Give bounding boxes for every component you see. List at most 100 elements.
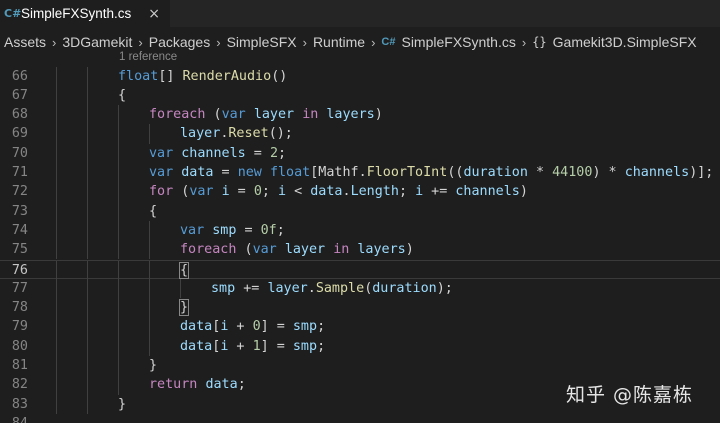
line-number: 76 [11,262,28,278]
code-token: (); [268,126,293,142]
indent-guide [56,394,57,414]
indent-guide [56,298,57,318]
indent-guide [118,317,119,337]
code-line[interactable]: 66 float[] RenderAudio() [0,66,720,86]
indent-guide [87,394,88,414]
csharp-file-icon: C# [381,36,396,48]
code-token: + [228,338,253,354]
code-token: channels [624,165,690,180]
code-token: ( [236,242,253,258]
code-line[interactable]: 79 data[i + 0] = smp; [0,317,720,337]
indent-guide [118,260,119,280]
code-token: data [180,319,213,335]
code-line[interactable]: 68 foreach (var layer in layers) [0,105,720,125]
indent-guide [56,356,57,376]
code-token: FloorToInt [366,165,448,180]
code-token: var [149,145,174,161]
code-token: new [237,165,262,180]
tab-label[interactable]: SimpleFXSynth.cs [21,6,131,21]
code-token: layers [326,107,375,123]
code-token: += [235,280,268,296]
indent-guide [56,375,57,395]
indent-guide [118,278,119,299]
breadcrumb-3dgamekit[interactable]: 3DGamekit [62,34,132,50]
line-number: 73 [11,203,28,219]
code-token: data [180,338,213,354]
indent-guide [56,317,57,337]
chevron-right-icon: › [52,34,57,50]
indent-guide [149,220,150,241]
code-text: layer.Reset(); [180,124,293,143]
code-token: for [149,184,174,200]
code-token: (( [447,165,464,180]
code-token: RenderAudio [182,68,272,84]
code-line[interactable]: 80 data[i + 1] = smp; [0,336,720,356]
code-token: 2 [269,145,278,161]
code-token: < [286,184,311,200]
code-editor[interactable]: 1 reference 66 float[] RenderAudio() 67 {68… [0,51,720,423]
code-line[interactable]: 71 var data = new float[Mathf.FloorToInt(… [0,163,720,183]
codelens-references[interactable]: 1 reference [119,51,177,63]
code-line[interactable]: 84 [0,414,720,423]
indent-guide [56,105,57,125]
indent-guide [149,317,150,337]
code-token: . [342,184,351,200]
breadcrumb-file[interactable]: SimpleFXSynth.cs [401,34,515,50]
code-token: layer [253,107,295,123]
code-line[interactable]: 72 for (var i = 0; i < data.Length; i += … [0,182,720,202]
indent-guide [118,298,119,318]
code-token: smp [292,338,318,354]
code-token: smp [292,319,318,335]
breadcrumb-namespace[interactable]: Gamekit3D.SimpleSFX [553,34,697,50]
code-line[interactable]: 76 { [0,259,720,280]
code-line[interactable]: 78} [0,298,720,318]
code-token: float [118,68,159,84]
code-line[interactable]: 77 smp += layer.Sample(duration); [0,278,720,299]
code-line[interactable]: 69 layer.Reset(); [0,124,720,144]
indent-guide [149,278,150,299]
breadcrumb-packages[interactable]: Packages [149,34,210,50]
code-token: ); [436,280,453,296]
code-token: ; [276,222,285,238]
close-icon[interactable]: × [148,6,160,22]
code-token: 0f [260,222,277,238]
line-number: 75 [11,242,28,258]
breadcrumb: Assets › 3DGamekit › Packages › SimpleSF… [0,27,720,57]
indent-guide [87,336,88,356]
indent-guide [56,240,57,260]
code-line[interactable]: 75 foreach (var layer in layers) [0,240,720,260]
code-token: var [149,165,174,180]
indent-guide [87,85,88,106]
line-number: 82 [11,377,28,393]
code-token: ] = [260,338,293,354]
breadcrumb-assets[interactable]: Assets [4,34,46,50]
code-line[interactable]: 70 var channels = 2; [0,143,720,163]
code-token: ( [205,107,222,123]
breadcrumb-runtime[interactable]: Runtime [313,34,365,50]
indent-guide [87,143,88,163]
code-line[interactable]: 81} [0,356,720,376]
code-token: data [205,377,238,393]
indent-guide [56,201,57,221]
tab-simplefxsynth[interactable]: C# SimpleFXSynth.cs × [0,0,170,27]
line-number: 67 [11,87,28,103]
code-token: += [423,184,456,200]
code-token: ; [317,338,326,354]
breadcrumb-simplesfx[interactable]: SimpleSFX [227,34,297,50]
indent-guide [149,240,150,260]
code-token: + [228,319,253,335]
code-text: } [149,356,157,375]
code-text: { [118,86,126,105]
indent-guide [87,105,88,125]
code-line[interactable]: 67 { [0,85,720,106]
code-text: { [178,261,190,280]
code-line[interactable]: 74 var smp = 0f; [0,220,720,241]
code-token: 1 [252,338,261,354]
line-number: 68 [11,107,28,123]
code-line[interactable]: 73 { [0,201,720,221]
chevron-right-icon: › [216,34,221,50]
